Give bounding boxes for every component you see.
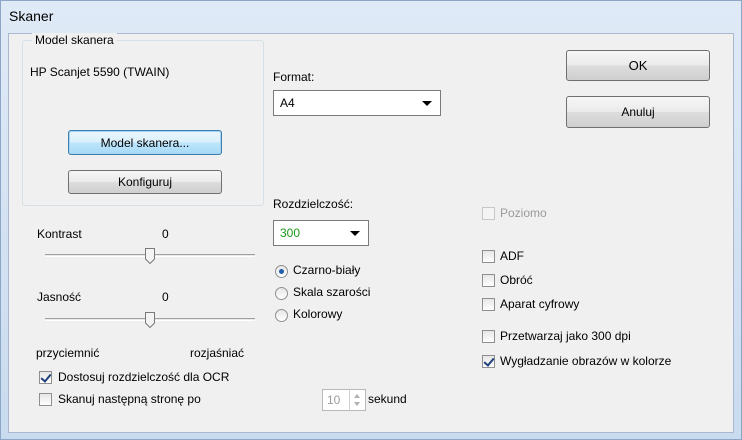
- rotate-label[interactable]: Obróć: [500, 273, 533, 287]
- configure-button[interactable]: Konfiguruj: [68, 170, 222, 194]
- smoothing-label[interactable]: Wygładzanie obrazów w kolorze: [500, 354, 671, 368]
- process-300dpi-label[interactable]: Przetwarzaj jako 300 dpi: [500, 329, 631, 343]
- next-page-checkbox[interactable]: [39, 393, 52, 406]
- adf-checkbox[interactable]: [482, 250, 495, 263]
- radio-color[interactable]: [275, 309, 288, 322]
- chevron-down-icon: [422, 101, 432, 106]
- scanner-device-name: HP Scanjet 5590 (TWAIN): [30, 65, 170, 79]
- window-title: Skaner: [9, 8, 54, 24]
- resolution-label: Rozdzielczość:: [273, 197, 354, 211]
- contrast-value: 0: [162, 227, 169, 241]
- process-300dpi-checkbox[interactable]: [482, 330, 495, 343]
- brightness-slider-thumb[interactable]: [145, 312, 155, 328]
- scanner-model-group-label: Model skanera: [32, 33, 117, 47]
- ocr-label[interactable]: Dostosuj rozdzielczość dla OCR: [58, 370, 229, 384]
- radio-black-white-label[interactable]: Czarno-biały: [293, 263, 360, 277]
- radio-grayscale-label[interactable]: Skala szarości: [293, 285, 370, 299]
- chevron-down-icon: [350, 231, 360, 236]
- horizontal-checkbox: [482, 207, 495, 220]
- contrast-label: Kontrast: [37, 227, 82, 241]
- ok-button[interactable]: OK: [566, 50, 710, 81]
- brightness-value: 0: [162, 290, 169, 304]
- radio-grayscale[interactable]: [275, 287, 288, 300]
- spinner-buttons[interactable]: [349, 390, 365, 410]
- lighten-label: rozjaśniać: [190, 346, 245, 360]
- camera-label[interactable]: Aparat cyfrowy: [500, 297, 579, 311]
- format-label: Format:: [273, 70, 315, 84]
- horizontal-label: Poziomo: [500, 206, 547, 220]
- rotate-checkbox[interactable]: [482, 274, 495, 287]
- delay-spinner[interactable]: 10: [322, 389, 366, 411]
- arrow-up-icon[interactable]: [354, 394, 360, 398]
- arrow-down-icon[interactable]: [354, 402, 360, 406]
- adf-label[interactable]: ADF: [500, 249, 524, 263]
- next-page-label[interactable]: Skanuj następną stronę po: [58, 392, 201, 406]
- resolution-select[interactable]: 300: [273, 220, 369, 246]
- radio-black-white[interactable]: [275, 265, 288, 278]
- camera-checkbox[interactable]: [482, 298, 495, 311]
- darken-label: przyciemnić: [36, 346, 100, 360]
- brightness-label: Jasność: [37, 290, 82, 304]
- contrast-slider-thumb[interactable]: [145, 248, 155, 264]
- model-scanner-button[interactable]: Model skanera...: [68, 130, 222, 155]
- delay-unit: sekund: [368, 392, 407, 406]
- resolution-value: 300: [280, 226, 301, 240]
- format-select[interactable]: A4: [273, 90, 441, 116]
- radio-color-label[interactable]: Kolorowy: [293, 307, 342, 321]
- delay-value: 10: [327, 393, 341, 407]
- ocr-checkbox[interactable]: [39, 371, 52, 384]
- format-value: A4: [280, 96, 295, 110]
- smoothing-checkbox[interactable]: [482, 355, 495, 368]
- cancel-button[interactable]: Anuluj: [566, 96, 710, 128]
- title-bar[interactable]: Skaner: [1, 1, 741, 33]
